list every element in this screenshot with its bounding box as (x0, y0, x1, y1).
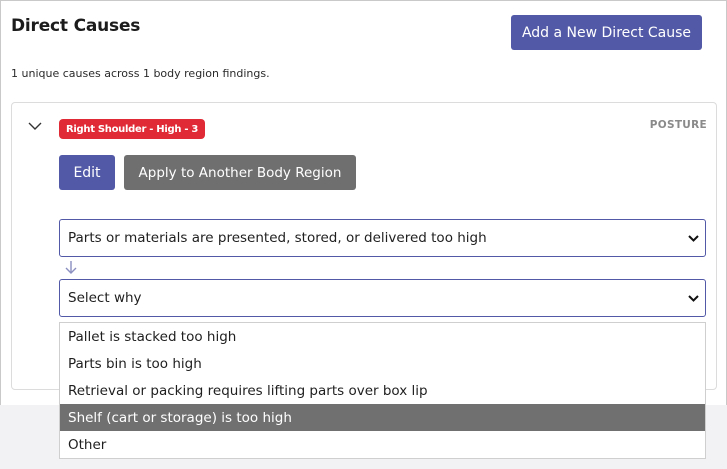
body-region-badge: Right Shoulder - High - 3 (59, 119, 206, 139)
why-select-value: Select why (68, 290, 142, 306)
chevron-down-icon (28, 122, 42, 130)
apply-to-another-region-button[interactable]: Apply to Another Body Region (124, 155, 356, 190)
edit-button[interactable]: Edit (59, 155, 115, 190)
why-option[interactable]: Pallet is stacked too high (60, 323, 705, 350)
finding-category-label: POSTURE (649, 119, 707, 131)
why-option[interactable]: Other (60, 431, 705, 458)
caret-down-icon (687, 292, 699, 304)
direct-cause-select-value: Parts or materials are presented, stored… (68, 230, 487, 246)
direct-cause-select[interactable]: Parts or materials are presented, stored… (59, 219, 706, 257)
causes-summary: 1 unique causes across 1 body region fin… (11, 67, 270, 80)
why-option[interactable]: Parts bin is too high (60, 350, 705, 377)
page-title: Direct Causes (11, 16, 141, 36)
caret-down-icon (687, 232, 699, 244)
collapse-toggle[interactable] (27, 118, 43, 134)
why-option[interactable]: Shelf (cart or storage) is too high (60, 404, 705, 431)
why-options-list: Pallet is stacked too high Parts bin is t… (59, 322, 706, 459)
why-select[interactable]: Select why (59, 279, 706, 317)
arrow-down-icon (65, 261, 77, 274)
add-direct-cause-button[interactable]: Add a New Direct Cause (511, 15, 702, 50)
why-option[interactable]: Retrieval or packing requires lifting pa… (60, 377, 705, 404)
